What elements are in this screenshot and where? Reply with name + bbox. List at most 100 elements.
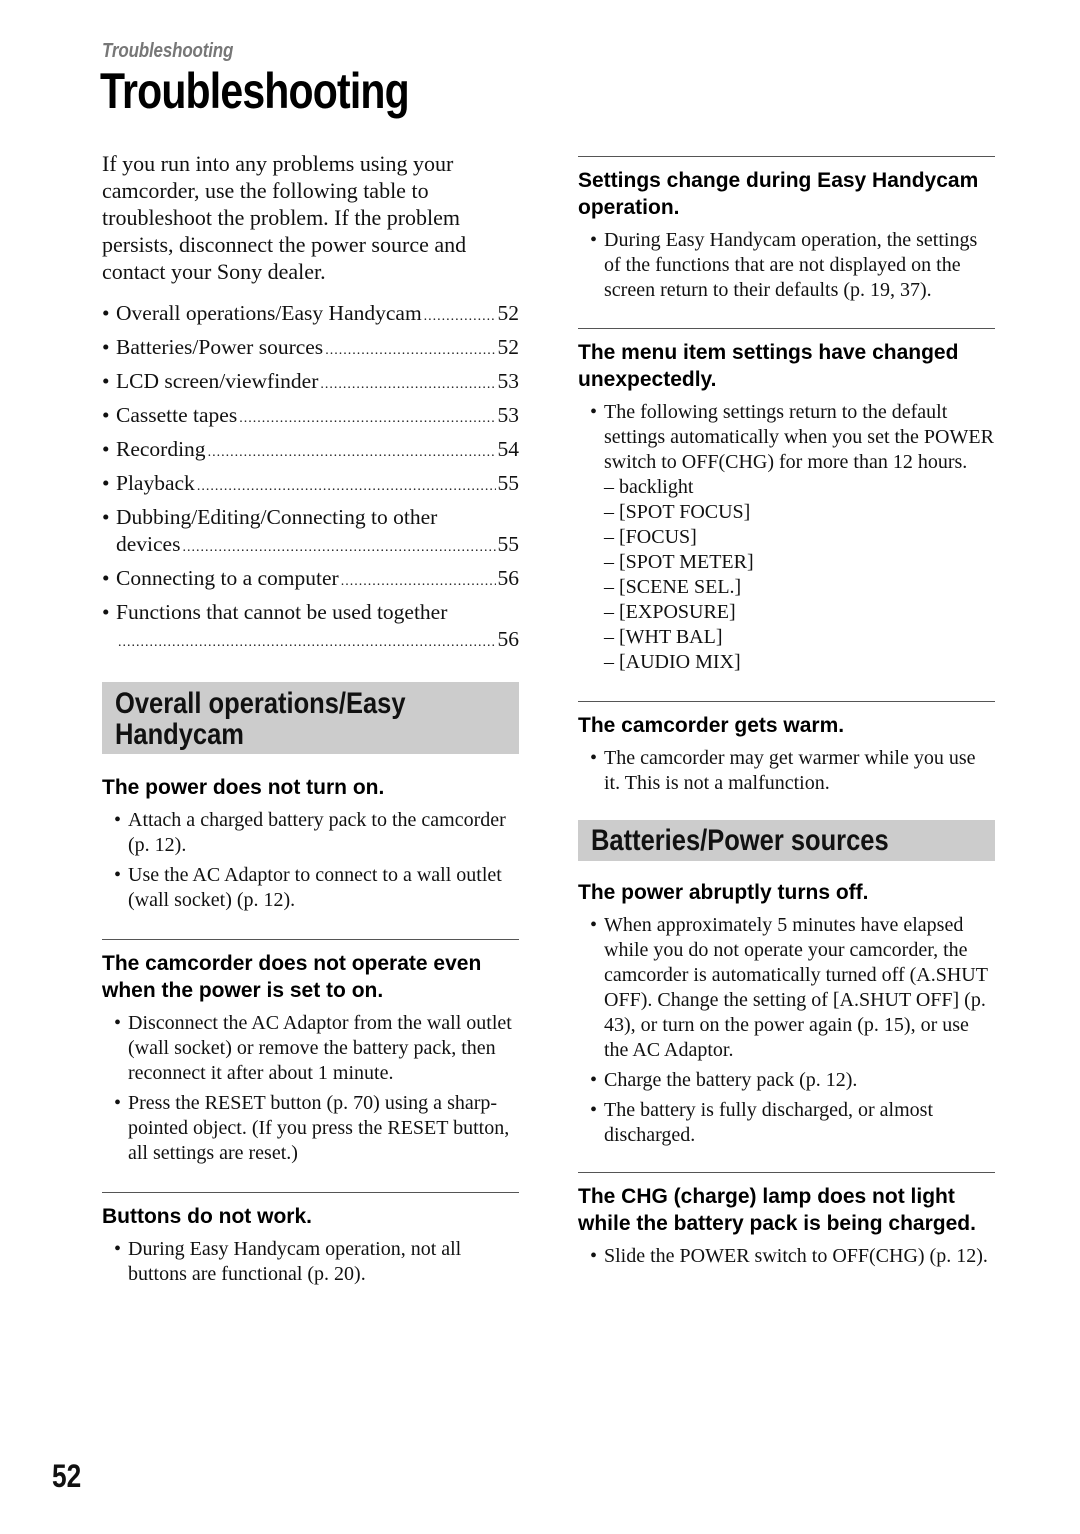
table-of-contents: Overall operations/Easy Handycam 52 Batte… xyxy=(102,300,519,656)
toc-item[interactable]: Playback 55 xyxy=(102,470,519,500)
qa-block: Settings change during Easy Handycam ope… xyxy=(578,167,995,303)
toc-item[interactable]: Dubbing/Editing/Connecting to other devi… xyxy=(102,504,519,561)
toc-page: 56 xyxy=(497,566,520,590)
answer-item: Charge the battery pack (p. 12). xyxy=(590,1068,995,1093)
section-heading-line: Overall operations/Easy xyxy=(115,687,406,720)
toc-item[interactable]: Recording 54 xyxy=(102,436,519,466)
toc-leader xyxy=(239,405,495,432)
divider xyxy=(578,1172,995,1173)
intro-paragraph: If you run into any problems using your … xyxy=(102,151,467,284)
answer-text: The following settings return to the def… xyxy=(604,401,994,473)
toc-label: Cassette tapes xyxy=(116,403,238,427)
qa-block: The power abruptly turns off. When appro… xyxy=(578,879,995,1148)
setting-item: – [SCENE SEL.] xyxy=(604,576,742,598)
toc-label: Batteries/Power sources xyxy=(116,335,324,359)
page-title: Troubleshooting xyxy=(100,63,410,119)
answer-item: When approximately 5 minutes have elapse… xyxy=(590,913,995,1063)
toc-label: Recording xyxy=(116,437,206,461)
answer-list: During Easy Handycam operation, not all … xyxy=(114,1237,519,1287)
answer-item: The battery is fully discharged, or almo… xyxy=(590,1098,995,1148)
qa-block: The camcorder does not operate even when… xyxy=(102,950,519,1166)
answer-list: The camcorder may get warmer while you u… xyxy=(590,746,995,796)
setting-item: – [AUDIO MIX] xyxy=(604,651,741,673)
answer-list: The following settings return to the def… xyxy=(590,400,995,675)
answer-item: During Easy Handycam operation, not all … xyxy=(114,1237,519,1287)
answer-item: Attach a charged battery pack to the cam… xyxy=(114,808,519,858)
toc-page: 54 xyxy=(497,437,520,461)
divider xyxy=(578,328,995,329)
section-heading-line: Batteries/Power sources xyxy=(591,824,889,857)
left-column: If you run into any problems using your … xyxy=(102,150,519,1292)
toc-page: 55 xyxy=(497,532,520,556)
question-heading: The camcorder does not operate even when… xyxy=(102,952,482,1002)
toc-label: Overall operations/Easy Handycam xyxy=(116,301,422,325)
qa-block: The power does not turn on. Attach a cha… xyxy=(102,774,519,913)
divider xyxy=(102,1192,519,1193)
setting-item: – [WHT BAL] xyxy=(604,626,723,648)
answer-item: Use the AC Adaptor to connect to a wall … xyxy=(114,863,519,913)
toc-leader xyxy=(118,629,496,656)
answer-list: Attach a charged battery pack to the cam… xyxy=(114,808,519,913)
question-heading: The power abruptly turns off. xyxy=(578,881,869,904)
toc-leader xyxy=(197,473,496,500)
toc-leader xyxy=(182,534,495,561)
toc-label: LCD screen/viewfinder xyxy=(116,369,319,393)
toc-label-line1: Functions that cannot be used together xyxy=(116,600,448,624)
toc-page: 53 xyxy=(497,369,520,393)
answer-item: The following settings return to the def… xyxy=(590,400,995,675)
qa-block: The CHG (charge) lamp does not light whi… xyxy=(578,1183,995,1269)
toc-label-line1: Dubbing/Editing/Connecting to other xyxy=(116,505,438,529)
toc-leader xyxy=(424,303,496,330)
divider xyxy=(578,156,995,157)
toc-item[interactable]: LCD screen/viewfinder 53 xyxy=(102,368,519,398)
toc-leader xyxy=(208,439,496,466)
divider xyxy=(102,939,519,940)
question-heading: The menu item settings have changed unex… xyxy=(578,341,959,391)
answer-item: The camcorder may get warmer while you u… xyxy=(590,746,995,796)
settings-list: – backlight – [SPOT FOCUS] – [FOCUS] – [… xyxy=(604,475,995,675)
answer-list: When approximately 5 minutes have elapse… xyxy=(590,913,995,1148)
question-heading: The camcorder gets warm. xyxy=(578,714,845,737)
question-heading: Buttons do not work. xyxy=(102,1205,312,1228)
toc-label: Playback xyxy=(116,471,195,495)
answer-item: During Easy Handycam operation, the sett… xyxy=(590,228,995,303)
toc-label: devices xyxy=(116,532,181,556)
question-heading: The CHG (charge) lamp does not light whi… xyxy=(578,1185,976,1235)
toc-page: 55 xyxy=(497,471,520,495)
setting-item: – backlight xyxy=(604,476,694,498)
answer-list: Slide the POWER switch to OFF(CHG) (p. 1… xyxy=(590,1244,995,1269)
toc-page: 53 xyxy=(497,403,520,427)
toc-leader xyxy=(320,371,495,398)
toc-leader xyxy=(341,568,496,595)
toc-item[interactable]: Overall operations/Easy Handycam 52 xyxy=(102,300,519,330)
toc-page: 52 xyxy=(497,335,520,359)
right-column: Settings change during Easy Handycam ope… xyxy=(578,156,995,1274)
section-heading-overall: Overall operations/Easy Handycam xyxy=(102,682,519,754)
toc-page: 52 xyxy=(497,301,520,325)
page-number: 52 xyxy=(52,1458,82,1494)
qa-block: Buttons do not work. During Easy Handyca… xyxy=(102,1203,519,1287)
toc-page: 56 xyxy=(497,627,520,651)
toc-item[interactable]: Cassette tapes 53 xyxy=(102,402,519,432)
question-heading: The power does not turn on. xyxy=(102,776,385,799)
qa-block: The menu item settings have changed unex… xyxy=(578,339,995,675)
toc-item[interactable]: Functions that cannot be used together 5… xyxy=(102,599,519,656)
qa-block: The camcorder gets warm. The camcorder m… xyxy=(578,712,995,796)
section-heading-batteries: Batteries/Power sources xyxy=(578,820,995,861)
question-heading: Settings change during Easy Handycam ope… xyxy=(578,169,979,219)
toc-item[interactable]: Connecting to a computer 56 xyxy=(102,565,519,595)
toc-item[interactable]: Batteries/Power sources 52 xyxy=(102,334,519,364)
answer-list: During Easy Handycam operation, the sett… xyxy=(590,228,995,303)
setting-item: – [SPOT METER] xyxy=(604,551,754,573)
answer-list: Disconnect the AC Adaptor from the wall … xyxy=(114,1011,519,1166)
answer-item: Slide the POWER switch to OFF(CHG) (p. 1… xyxy=(590,1244,995,1269)
section-heading-line: Handycam xyxy=(115,718,244,751)
divider xyxy=(578,701,995,702)
answer-item: Press the RESET button (p. 70) using a s… xyxy=(114,1091,519,1166)
answer-item: Disconnect the AC Adaptor from the wall … xyxy=(114,1011,519,1086)
setting-item: – [FOCUS] xyxy=(604,526,697,548)
toc-leader xyxy=(325,337,495,364)
setting-item: – [EXPOSURE] xyxy=(604,601,736,623)
setting-item: – [SPOT FOCUS] xyxy=(604,501,751,523)
toc-label: Connecting to a computer xyxy=(116,566,339,590)
